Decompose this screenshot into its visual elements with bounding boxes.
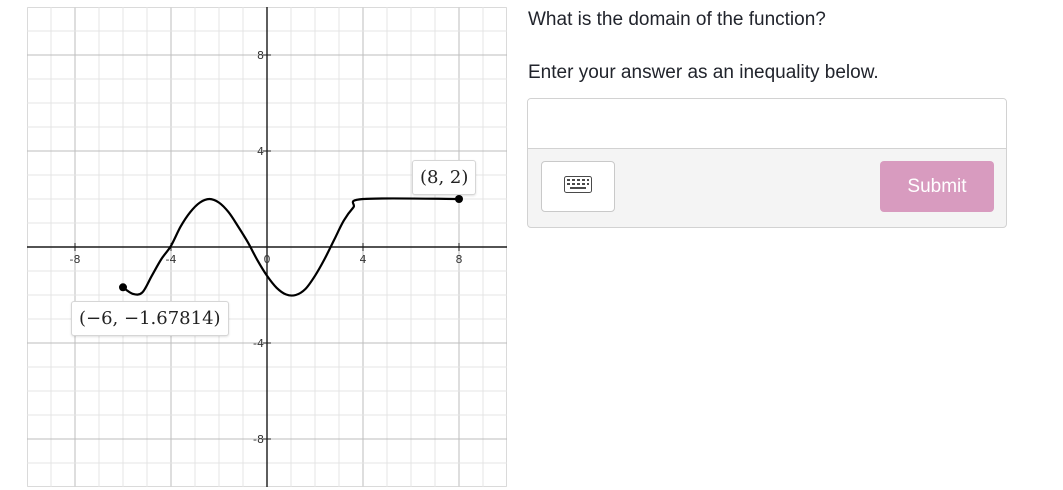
keyboard-icon <box>564 175 592 198</box>
x-tick-label: 0 <box>264 253 271 266</box>
x-tick-label: 8 <box>456 253 463 266</box>
y-tick-label: 8 <box>257 49 264 62</box>
answer-input[interactable] <box>528 99 1006 149</box>
graph-canvas: -8 -4 0 4 8 8 4 -4 -8 <box>27 7 507 487</box>
keyboard-toggle-button[interactable] <box>541 161 615 212</box>
y-tick-label: -8 <box>253 433 264 446</box>
submit-button[interactable]: Submit <box>880 161 994 212</box>
x-tick-label: -4 <box>166 253 177 266</box>
y-tick-label: -4 <box>253 337 264 350</box>
y-tick-label: 4 <box>257 145 264 158</box>
endpoint-dot <box>119 283 127 292</box>
function-graph: -8 -4 0 4 8 8 4 -4 -8 (8, 2) (−6, −1.67814) <box>27 7 507 487</box>
endpoint-label-end: (8, 2) <box>412 160 477 195</box>
endpoint-dot <box>455 195 463 203</box>
question-text: What is the domain of the function? <box>528 9 826 30</box>
endpoint-label-start: (−6, −1.67814) <box>71 301 229 336</box>
x-tick-label: -8 <box>70 253 81 266</box>
instruction-text: Enter your answer as an inequality below… <box>528 62 879 83</box>
answer-panel: Submit <box>527 98 1007 228</box>
x-tick-label: 4 <box>360 253 367 266</box>
